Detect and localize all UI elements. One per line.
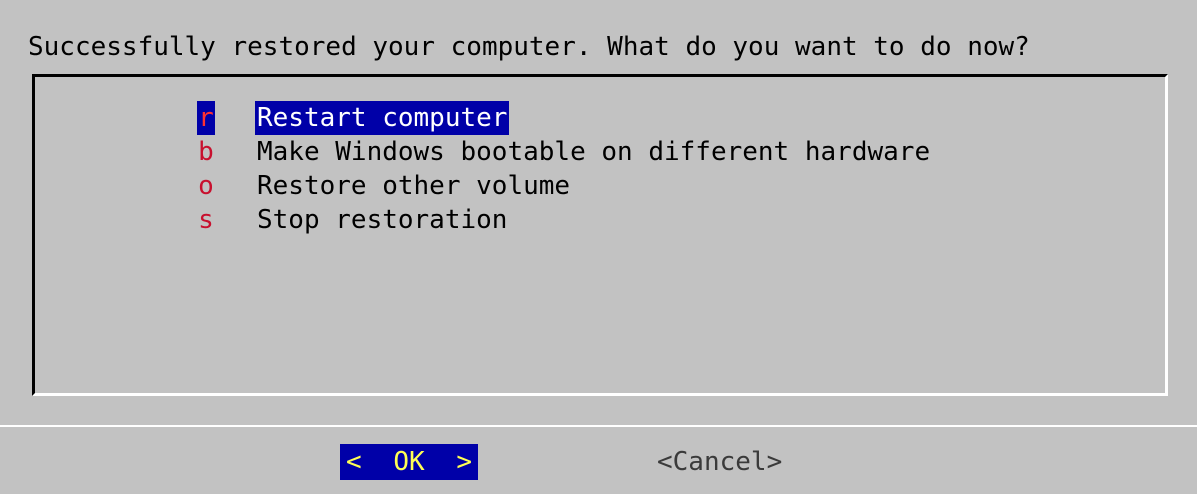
- menu-item-hotkey: b: [198, 137, 214, 167]
- menu-item-hotkey: s: [198, 205, 214, 235]
- menu-item-label: Stop restoration: [257, 205, 508, 235]
- menu-item-label: Restart computer: [255, 101, 510, 135]
- menu-item-hotkey: o: [198, 171, 214, 201]
- ok-button-label: OK: [393, 447, 425, 477]
- menu-item-restart-computer[interactable]: r Restart computer: [197, 101, 932, 135]
- menu-item-label: Restore other volume: [257, 171, 571, 201]
- dialog-prompt: Successfully restored your computer. Wha…: [28, 32, 1030, 62]
- menu-item-hotkey: r: [197, 101, 215, 135]
- menu-item-stop-restoration[interactable]: s Stop restoration: [197, 203, 932, 237]
- ok-button[interactable]: < OK >: [340, 444, 478, 480]
- button-row: < OK > <Cancel>: [0, 444, 1197, 480]
- menu-item-restore-other-volume[interactable]: o Restore other volume: [197, 169, 932, 203]
- cancel-button[interactable]: <Cancel>: [657, 444, 782, 480]
- ok-right-bracket: >: [456, 447, 472, 477]
- menu-list: r Restart computer b Make Windows bootab…: [197, 101, 932, 237]
- menu-box: r Restart computer b Make Windows bootab…: [32, 74, 1168, 396]
- ok-left-bracket: <: [346, 447, 362, 477]
- menu-item-make-windows-bootable[interactable]: b Make Windows bootable on different har…: [197, 135, 932, 169]
- button-divider: [0, 425, 1197, 427]
- menu-item-label: Make Windows bootable on different hardw…: [257, 137, 931, 167]
